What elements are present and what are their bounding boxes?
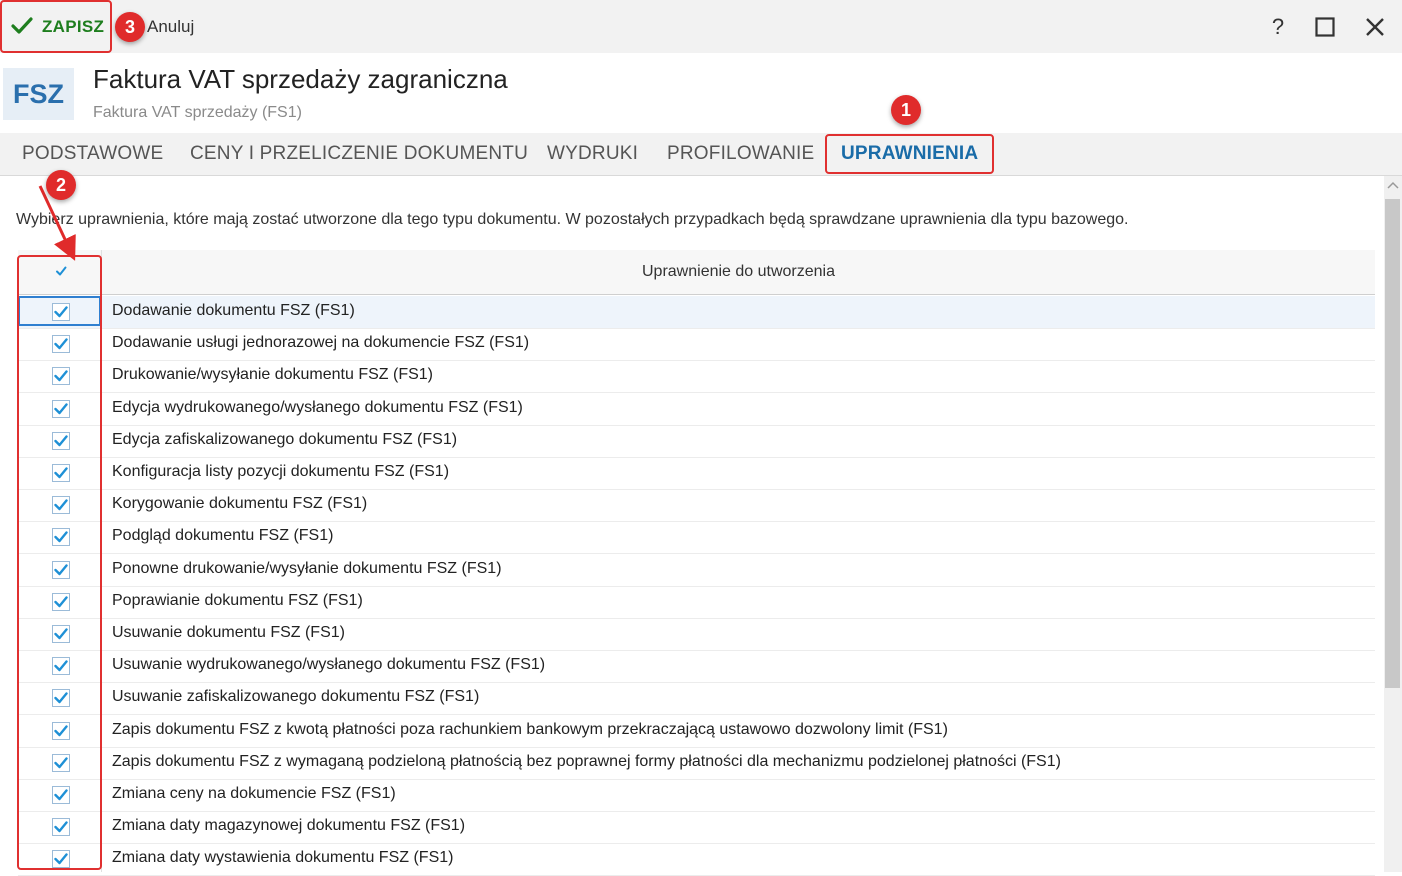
annotation-marker-3: 3	[115, 12, 145, 42]
annotation-marker-1: 1	[891, 95, 921, 125]
annotation-arrow	[38, 185, 76, 261]
annotation-marker-2: 2	[46, 170, 76, 200]
